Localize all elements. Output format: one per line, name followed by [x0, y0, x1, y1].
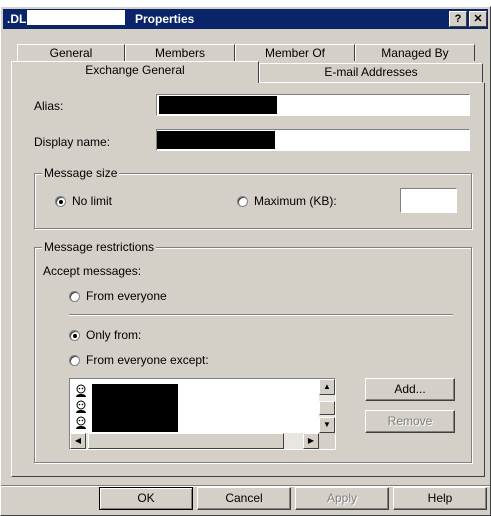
help-button[interactable]: Help: [393, 487, 487, 510]
tab-managed-by[interactable]: Managed By: [355, 44, 475, 61]
scroll-left-button[interactable]: ◀: [70, 433, 86, 449]
listbox-redacted-names: [92, 384, 178, 432]
scroll-up-button[interactable]: ▲: [319, 379, 335, 395]
accept-messages-label: Accept messages:: [43, 264, 142, 278]
user-icon: [76, 416, 86, 429]
alias-redacted: [159, 96, 277, 114]
display-name-input[interactable]: [156, 129, 470, 151]
maximum-kb-radio[interactable]: Maximum (KB):: [237, 194, 337, 208]
arrow-down-icon: ▼: [323, 420, 331, 429]
radio-selected-icon: [55, 195, 66, 207]
radio-empty-icon: [69, 290, 80, 302]
message-restrictions-group: Message restrictions Accept messages: Fr…: [34, 240, 472, 463]
cancel-button[interactable]: Cancel: [197, 487, 291, 510]
ok-button[interactable]: OK: [99, 487, 193, 510]
user-icon: [76, 400, 86, 413]
scrollbar-corner: [319, 433, 335, 449]
scroll-down-button[interactable]: ▼: [319, 417, 335, 433]
tab-members[interactable]: Members: [125, 44, 235, 61]
from-everyone-radio[interactable]: From everyone: [69, 289, 167, 303]
message-size-group: Message size No limit Maximum (KB):: [34, 166, 472, 229]
only-from-radio[interactable]: Only from:: [69, 328, 141, 342]
help-icon: ?: [454, 13, 462, 25]
arrow-left-icon: ◀: [74, 436, 82, 445]
message-restrictions-title: Message restrictions: [42, 240, 157, 254]
arrow-up-icon: ▲: [323, 382, 331, 391]
radio-selected-icon: [69, 329, 80, 341]
from-everyone-except-radio[interactable]: From everyone except:: [69, 353, 209, 367]
alias-label: Alias:: [34, 99, 64, 113]
help-title-button[interactable]: ?: [449, 11, 467, 27]
title-prefix: .DL: [7, 12, 27, 26]
radio-empty-icon: [237, 195, 248, 207]
radio-empty-icon: [69, 354, 80, 366]
tab-member-of[interactable]: Member Of: [235, 44, 355, 61]
add-button[interactable]: Add...: [365, 378, 455, 401]
message-size-title: Message size: [42, 166, 120, 180]
title-redacted-name: [27, 10, 125, 25]
window-title: Properties: [135, 12, 195, 26]
maximum-kb-input[interactable]: [400, 188, 457, 213]
close-icon: ✕: [473, 13, 483, 25]
separator: [69, 314, 453, 316]
close-title-button[interactable]: ✕: [469, 11, 487, 27]
horizontal-scroll-thumb[interactable]: [88, 433, 284, 449]
title-bar[interactable]: .DL Properties ? ✕: [3, 9, 488, 29]
scroll-thumb[interactable]: [319, 401, 335, 415]
alias-input[interactable]: [156, 94, 470, 116]
display-name-redacted: [157, 131, 275, 149]
no-limit-radio[interactable]: No limit: [55, 194, 112, 208]
tab-email-addresses[interactable]: E-mail Addresses: [259, 63, 483, 83]
apply-button[interactable]: Apply: [295, 487, 389, 510]
tab-general[interactable]: General: [17, 44, 125, 61]
properties-dialog: .DL Properties ? ✕ General Members Membe…: [0, 6, 491, 516]
display-name-label: Display name:: [34, 135, 111, 149]
sender-listbox[interactable]: ▲ ▼ ◀ ▶: [69, 378, 336, 450]
arrow-right-icon: ▶: [307, 436, 315, 445]
user-icon: [76, 384, 86, 397]
remove-button[interactable]: Remove: [365, 410, 455, 433]
scroll-right-button[interactable]: ▶: [303, 433, 319, 449]
tab-exchange-general[interactable]: Exchange General: [11, 61, 259, 83]
